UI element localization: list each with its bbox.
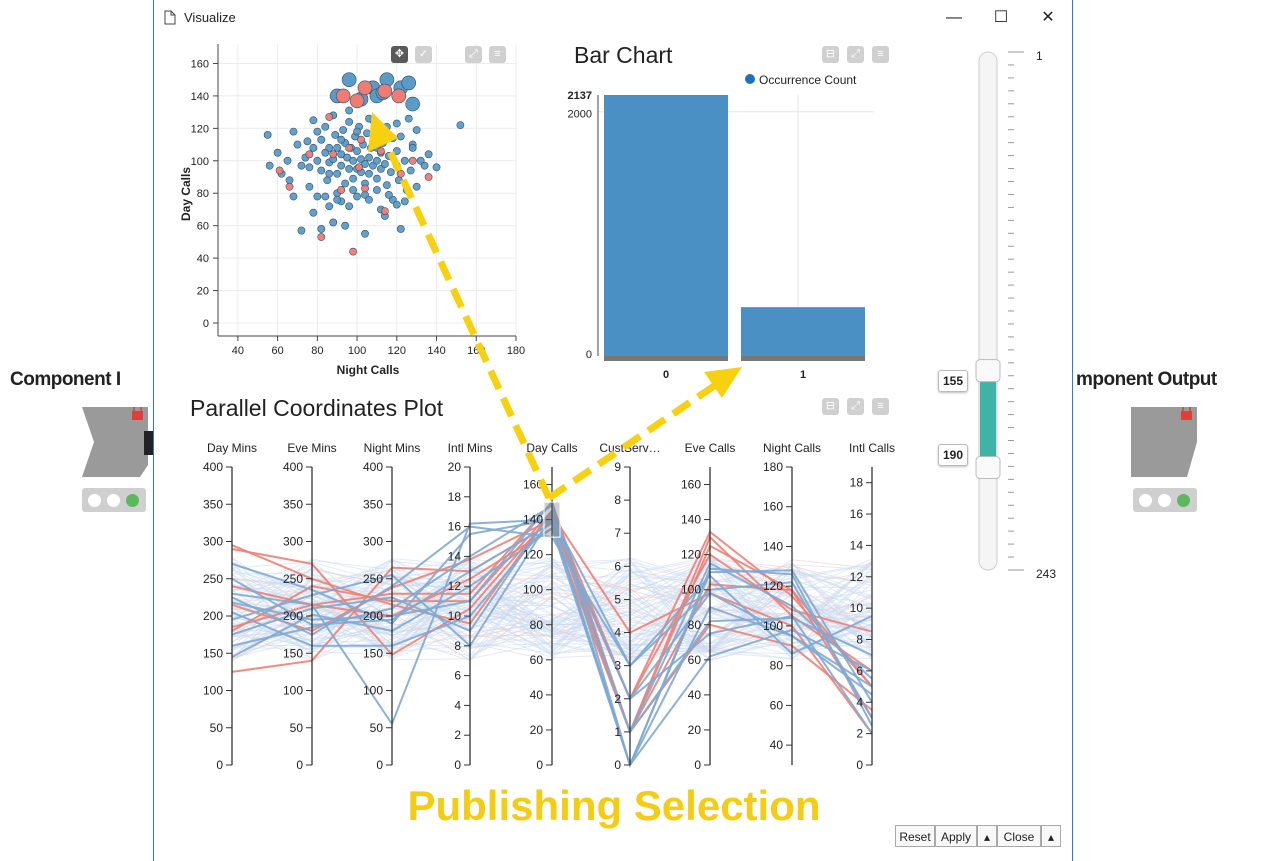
arrow-to-bar [547,367,742,501]
arrow-to-scatter [368,112,553,500]
annotation-arrows [368,112,742,501]
